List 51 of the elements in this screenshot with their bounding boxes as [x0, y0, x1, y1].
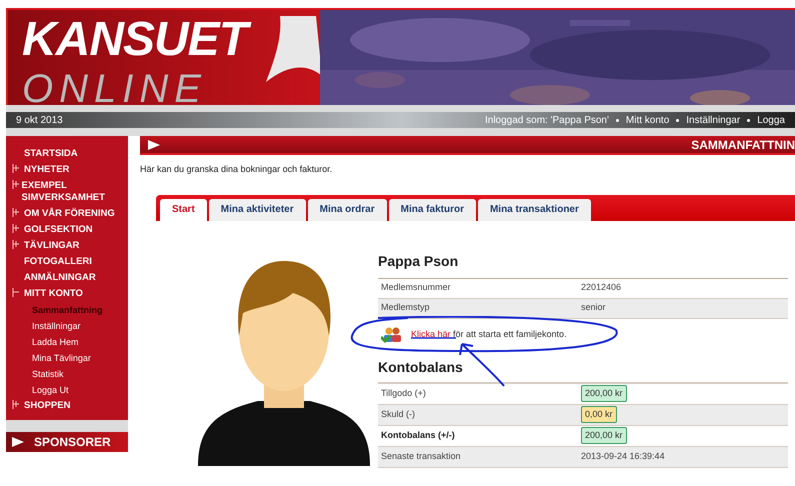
sidebar-item[interactable]: EXEMPEL SIMVERKSAMHET	[22, 180, 126, 204]
sidebar-item[interactable]: FOTOGALLERI	[24, 256, 92, 268]
people-icon	[381, 326, 403, 342]
expand-icon[interactable]	[12, 180, 22, 189]
sidebar-subitem[interactable]: Ladda Hem	[32, 334, 124, 350]
field-value: senior	[581, 301, 606, 314]
sidebar-item[interactable]: NYHETER	[24, 164, 70, 176]
sidebar-subitem[interactable]: Logga Ut	[32, 382, 124, 398]
field-label: Senaste transaktion	[381, 450, 462, 463]
page-title: SAMMANFATTNIN	[691, 136, 795, 153]
family-account-text: Klicka här för att starta ett familjekonto.	[411, 328, 567, 341]
sidebar-subitem[interactable]: Mina Tävlingar	[32, 350, 124, 366]
sidebar-item[interactable]: SHOPPEN	[24, 400, 70, 412]
sidebar-item[interactable]: MITT KONTO	[24, 288, 83, 300]
tab[interactable]: Start	[160, 198, 207, 220]
tab[interactable]: Mina fakturor	[388, 198, 476, 220]
top-link[interactable]: Inställningar	[686, 112, 740, 128]
sidebar-item[interactable]: ANMÄLNINGAR	[24, 272, 96, 284]
tab[interactable]: Mina transaktioner	[478, 198, 591, 220]
intro-text: Här kan du granska dina bokningar och fakturor.	[140, 163, 334, 176]
field-label: Medlemstyp	[381, 301, 431, 314]
sidebar-subitem[interactable]: Statistik	[32, 366, 124, 382]
arrow-icon	[148, 140, 160, 150]
field-label: Medlemsnummer	[381, 281, 452, 294]
tab[interactable]: Mina ordrar	[308, 198, 387, 220]
top-link[interactable]: Mitt konto	[626, 112, 670, 128]
sidebar-subitem[interactable]: Inställningar	[32, 318, 124, 334]
sponsors-title: SPONSORER	[34, 434, 111, 451]
sidebar-item[interactable]: GOLFSEKTION	[24, 224, 93, 236]
field-label: Tillgodo (+)	[381, 386, 427, 400]
login-status: Inloggad som: 'Pappa Pson'	[485, 114, 609, 128]
field-label: Kontobalans (+/-)	[381, 428, 456, 442]
amount-badge: 200,00 kr	[581, 426, 627, 444]
arrow-icon	[12, 437, 24, 447]
date-text: 9 okt 2013	[16, 114, 63, 128]
section-title: Kontobalans	[378, 358, 464, 376]
page-curl-icon	[266, 16, 320, 82]
avatar-icon	[198, 260, 370, 466]
profile-name: Pappa Pson	[378, 252, 460, 271]
field-label: Skuld (-)	[381, 408, 416, 421]
top-link[interactable]: Logga	[757, 112, 785, 128]
amount-badge: 0,00 kr	[581, 406, 617, 424]
field-value: 22012406	[581, 281, 622, 294]
logo-text: ONLINE	[22, 68, 207, 105]
sidebar-item[interactable]: STARTSIDA	[24, 148, 78, 160]
tab[interactable]: Mina aktiviteter	[208, 198, 306, 220]
sidebar-item[interactable]: TÄVLINGAR	[24, 240, 80, 252]
sidebar-item[interactable]: OM VÅR FÖRENING	[24, 208, 115, 220]
family-account-link[interactable]: Klicka här	[411, 328, 451, 339]
amount-badge: 200,00 kr	[581, 384, 627, 402]
field-value: 2013-09-24 16:39:44	[581, 450, 665, 463]
